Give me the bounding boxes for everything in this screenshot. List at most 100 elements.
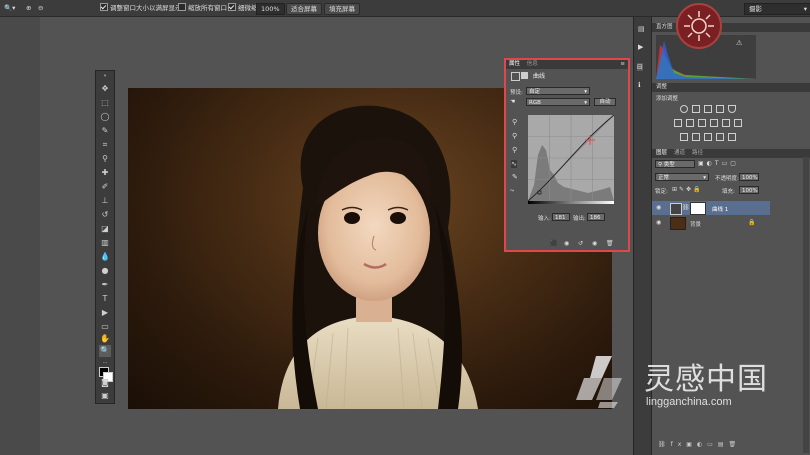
visibility-icon[interactable]: ◉ <box>592 240 597 247</box>
trash-icon[interactable]: 🗑 <box>606 240 614 247</box>
eye-icon[interactable]: ◉ <box>656 219 661 226</box>
channel-hand-icon[interactable]: ☚ <box>510 98 515 105</box>
preset-select[interactable]: 自定 ▾ <box>526 87 590 95</box>
blur-tool-icon[interactable]: 💧 <box>99 251 111 263</box>
panel-menu-icon[interactable]: ≡ <box>620 60 625 69</box>
pen-tool-icon[interactable]: ✒ <box>99 279 111 291</box>
layers-scrollbar[interactable] <box>803 157 809 453</box>
pencil-draw-icon[interactable]: ✎ <box>512 173 518 181</box>
levels-icon[interactable] <box>692 105 700 113</box>
tab-info[interactable]: 信息 <box>527 61 538 67</box>
dodge-tool-icon[interactable]: ● <box>99 265 111 277</box>
layer-mask-thumbnail[interactable] <box>690 202 706 215</box>
tab-adjustments[interactable]: 调整 <box>656 83 667 92</box>
eraser-tool-icon[interactable]: ◪ <box>99 223 111 235</box>
eyedropper-white-icon[interactable]: ⚲ <box>512 146 517 154</box>
info-panel-icon[interactable]: ℹ <box>638 81 641 89</box>
layer-kind-filter[interactable]: ⚲ 类型 <box>655 160 695 168</box>
selective-color-icon[interactable] <box>716 133 724 141</box>
quick-select-tool-icon[interactable]: ✎ <box>99 125 111 137</box>
chevron-down-icon: ▾ <box>584 100 587 106</box>
photo-filter-icon[interactable] <box>710 119 718 127</box>
lasso-tool-icon[interactable]: ◯ <box>99 111 111 123</box>
curves-graph[interactable] <box>528 115 614 205</box>
chevron-down-icon: ▾ <box>803 5 807 13</box>
zoom-value-field[interactable]: 100% <box>256 3 285 15</box>
vibrance-icon[interactable] <box>728 105 736 113</box>
rectangle-tool-icon[interactable]: ▭ <box>99 321 111 333</box>
move-tool-icon[interactable]: ✥ <box>99 83 111 95</box>
tab-histogram[interactable]: 直方图 <box>656 23 673 32</box>
clip-to-layer-icon[interactable]: ⬛ <box>550 240 557 247</box>
input-value-field[interactable]: 181 <box>552 213 570 221</box>
eyedropper-black-icon[interactable]: ⚲ <box>512 118 517 126</box>
invert-icon[interactable] <box>680 133 688 141</box>
fill-field[interactable]: 100% <box>739 186 759 194</box>
hue-saturation-icon[interactable] <box>674 119 682 127</box>
blend-mode-value: 正常 <box>658 175 670 181</box>
layers-panel-header: 图层 通道 路径 <box>652 149 810 158</box>
eye-icon[interactable]: ◉ <box>656 204 661 211</box>
layer-filter-icons[interactable]: ▣◐T▭▢ <box>698 160 739 167</box>
zoom-out-icon[interactable]: ⊖ <box>38 3 43 13</box>
clone-stamp-tool-icon[interactable]: ⊥ <box>99 195 111 207</box>
black-white-icon[interactable] <box>698 119 706 127</box>
quick-mask-icon[interactable]: ◙ <box>99 377 111 389</box>
smooth-curve-icon[interactable]: ⤳ <box>510 188 514 194</box>
gradient-map-icon[interactable] <box>728 133 736 141</box>
curves-icon[interactable] <box>704 105 712 113</box>
opacity-field[interactable]: 100% <box>739 173 759 181</box>
output-value-field[interactable]: 186 <box>587 213 605 221</box>
screen-mode-icon[interactable]: ▣ <box>99 390 111 402</box>
exposure-icon[interactable] <box>716 105 724 113</box>
zoom-tool-icon[interactable]: 🔍▾ <box>4 3 15 13</box>
view-previous-icon[interactable]: ◉ <box>564 240 569 247</box>
blend-mode-select[interactable]: 正常 ▾ <box>655 173 709 181</box>
history-panel-icon[interactable]: ▤ <box>638 25 645 33</box>
zoom-tool-icon[interactable]: 🔍 <box>99 345 111 357</box>
crop-tool-icon[interactable]: ⌗ <box>99 139 111 151</box>
properties-panel-icon[interactable]: ⊟ <box>637 63 643 71</box>
auto-button[interactable]: 自动 <box>594 98 616 106</box>
gradient-tool-icon[interactable]: ▥ <box>99 237 111 249</box>
color-balance-icon[interactable] <box>686 119 694 127</box>
actions-panel-icon[interactable]: ▶ <box>638 43 643 51</box>
hand-tool-icon[interactable]: ✋ <box>99 333 111 345</box>
path-select-tool-icon[interactable]: ▶ <box>99 307 111 319</box>
zoom-in-icon[interactable]: ⊕ <box>26 3 31 13</box>
brush-tool-icon[interactable]: ✐ <box>99 181 111 193</box>
eyedropper-gray-icon[interactable]: ⚲ <box>512 132 517 140</box>
type-tool-icon[interactable]: T <box>99 293 111 305</box>
marquee-tool-icon[interactable]: ⬚ <box>99 97 111 109</box>
panel-collapse-icon[interactable]: » <box>99 73 111 79</box>
layers-footer-icons[interactable]: ⛓fx▣◐▭▤🗑 <box>652 441 776 451</box>
tab-channels[interactable]: 通道 <box>674 149 685 158</box>
layer-row-background[interactable]: ◉ 背景 🔒 <box>652 216 770 230</box>
channel-mixer-icon[interactable] <box>722 119 730 127</box>
posterize-icon[interactable] <box>692 133 700 141</box>
layer-kind-value: 类型 <box>663 162 675 168</box>
resize-windows-label: 调整窗口大小以满屏显示 <box>110 4 182 12</box>
reset-icon[interactable]: ↺ <box>578 240 583 247</box>
fill-screen-button[interactable]: 填充屏幕 <box>324 3 360 15</box>
channel-select[interactable]: RGB ▾ <box>526 98 590 106</box>
lock-icons[interactable]: ⊞✎✥🔒 <box>672 186 703 193</box>
layer-row-curves[interactable]: ◉ ⛓ 曲线 1 <box>652 201 770 215</box>
threshold-icon[interactable] <box>704 133 712 141</box>
resize-windows-checkbox[interactable]: 调整窗口大小以满屏显示 <box>100 3 182 13</box>
healing-brush-tool-icon[interactable]: ✚ <box>99 167 111 179</box>
brightness-icon[interactable] <box>680 105 688 113</box>
zoom-all-checkbox[interactable]: 缩放所有窗口 <box>178 3 227 13</box>
color-lookup-icon[interactable] <box>734 119 742 127</box>
fit-screen-button[interactable]: 适合屏幕 <box>286 3 322 15</box>
curve-edit-points-icon[interactable]: ∿ <box>511 160 517 168</box>
tab-paths[interactable]: 路径 <box>692 149 703 158</box>
curves-adjustment-icon[interactable] <box>511 72 520 81</box>
tab-properties[interactable]: 属性 <box>509 61 520 67</box>
eyedropper-tool-icon[interactable]: ⚲ <box>99 153 111 165</box>
workspace-select[interactable]: 摄影 ▾ <box>744 3 810 15</box>
tab-layers[interactable]: 图层 <box>656 149 667 158</box>
history-brush-tool-icon[interactable]: ↺ <box>99 209 111 221</box>
mask-icon[interactable] <box>521 72 528 79</box>
logo-emblem-icon <box>676 3 722 49</box>
